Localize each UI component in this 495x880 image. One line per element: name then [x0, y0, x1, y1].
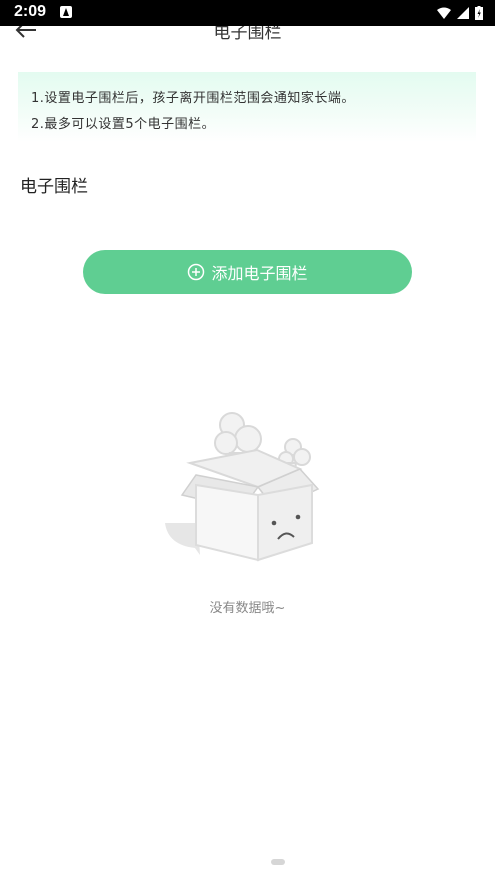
signal-icon: [457, 7, 469, 19]
plus-circle-icon: [188, 263, 205, 281]
tip-line: 2.最多可以设置5个电子围栏。: [31, 117, 216, 132]
status-bar: 2:09: [0, 0, 495, 26]
page-title: 电子围栏: [213, 26, 282, 40]
status-icons: [437, 5, 483, 21]
app-notification-icon: [60, 6, 72, 18]
tips-box: 1.设置电子围栏后，孩子离开围栏范围会通知家长端。 2.最多可以设置5个电子围栏…: [18, 72, 476, 142]
empty-state-text: 没有数据哦~: [209, 601, 286, 616]
empty-box-illustration: [165, 412, 320, 562]
tip-line: 1.设置电子围栏后，孩子离开围栏范围会通知家长端。: [31, 91, 355, 106]
add-fence-button[interactable]: 添加电子围栏: [83, 250, 412, 294]
status-time: 2:09: [14, 3, 47, 20]
add-fence-label: 添加电子围栏: [211, 264, 308, 283]
battery-icon: [475, 6, 483, 20]
wifi-icon: [437, 7, 451, 19]
section-title: 电子围栏: [20, 177, 88, 197]
top-app-bar: 电子围栏: [0, 26, 495, 40]
home-indicator[interactable]: [271, 859, 285, 865]
